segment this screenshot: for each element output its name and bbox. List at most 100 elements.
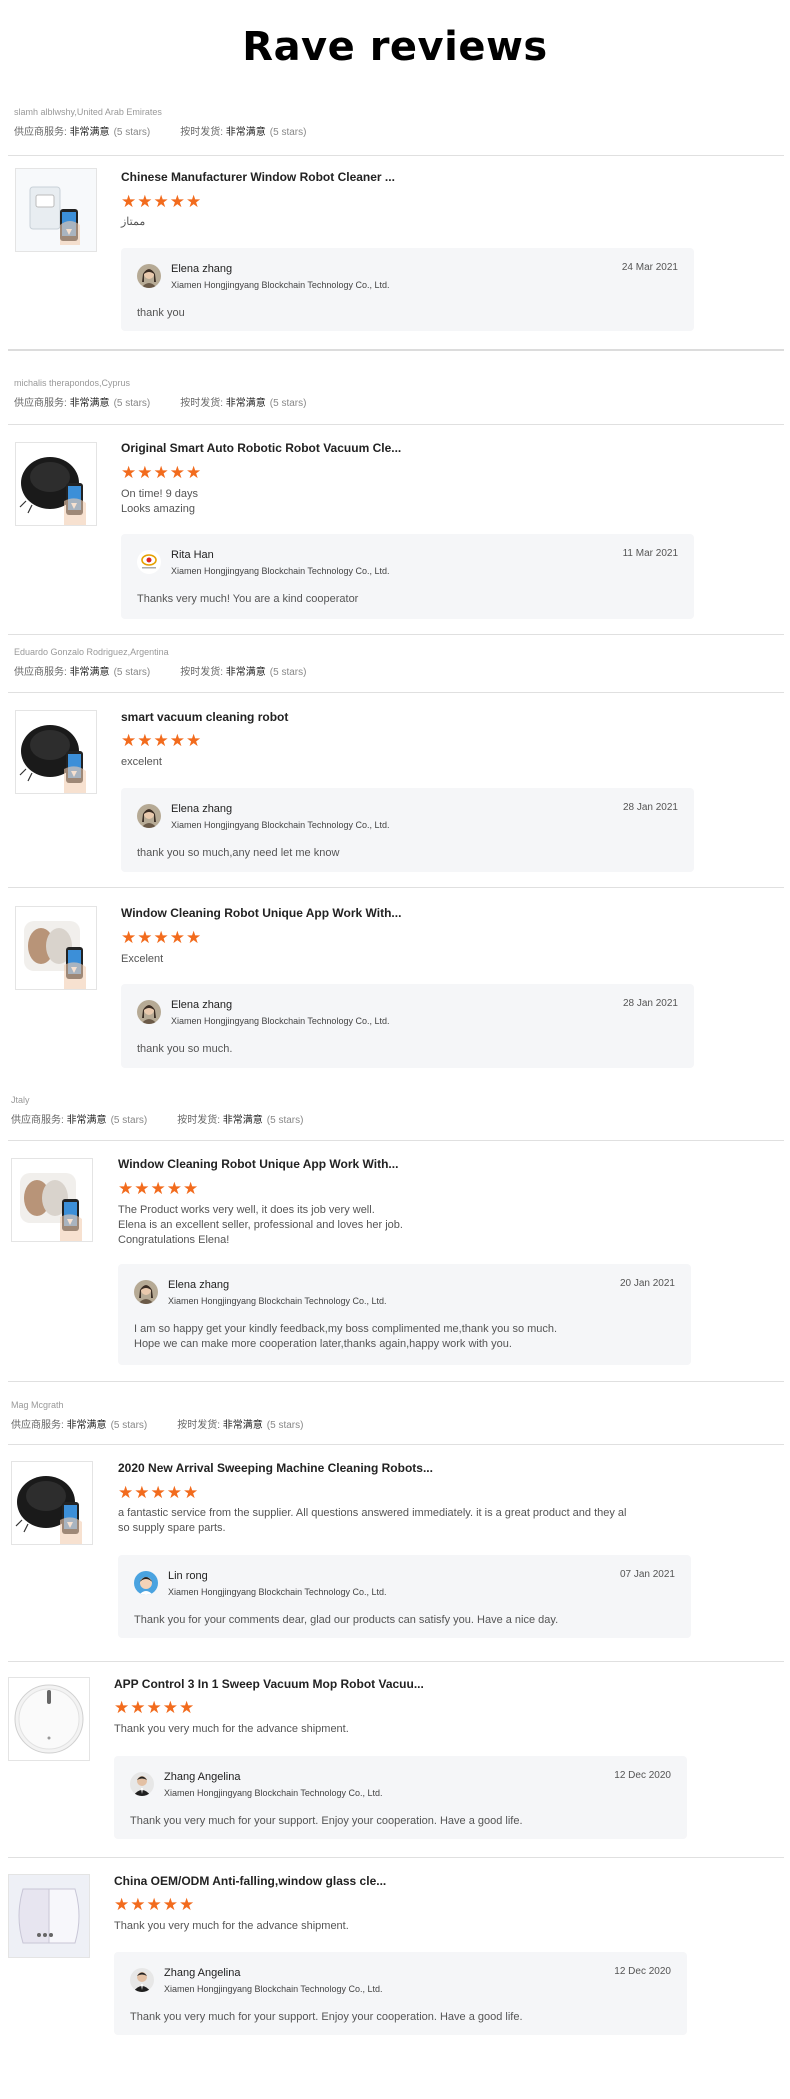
product-thumbnail[interactable] [8,1677,90,1761]
buyer-header: Mag Mcgrath 供应商服务: 非常满意 (5 stars) 按时发货: 非常满… [11,1400,333,1431]
rating-stars: ★★★★★ [121,928,203,947]
replier-company: Xiamen Hongjingyang Blockchain Technolog… [171,280,390,290]
section-divider [8,1381,784,1382]
supplier-avatar [137,550,161,574]
product-thumbnail[interactable] [15,906,97,990]
reply-date: 07 Jan 2021 [619,1569,675,1580]
supplier-service-stars: (5 stars) [113,127,151,138]
review-text-line: Excelent [121,953,164,965]
product-title-link[interactable]: Chinese Manufacturer Window Robot Cleane… [121,170,395,184]
on-time-stars: (5 stars) [269,127,307,138]
on-time-label: 按时发货: [177,1420,221,1431]
reply-date: 24 Mar 2021 [621,262,678,273]
product-title-link[interactable]: Original Smart Auto Robotic Robot Vacuum… [121,441,401,455]
on-time-value: 非常满意 [222,1420,263,1431]
rating-stars: ★★★★★ [121,731,203,750]
buyer-name: Eduardo Gonzalo Rodriguez,Argentina [14,647,169,657]
section-divider [8,155,784,156]
review-text: excelent [121,755,162,770]
section-divider [8,1857,784,1858]
supplier-avatar [137,804,161,828]
supplier-service-value: 非常满意 [66,1115,107,1126]
product-title-link[interactable]: APP Control 3 In 1 Sweep Vacuum Mop Robo… [114,1677,424,1691]
supplier-avatar [134,1280,158,1304]
section-divider [8,887,784,888]
product-title-link[interactable]: smart vacuum cleaning robot [121,710,288,724]
reply-date: 28 Jan 2021 [622,802,678,813]
supplier-reply: Elena zhang Xiamen Hongjingyang Blockchai… [118,1264,691,1365]
replier-company: Xiamen Hongjingyang Blockchain Technolog… [164,1788,383,1798]
section-divider [8,692,784,693]
buyer-header: Jtaly 供应商服务: 非常满意 (5 stars) 按时发货: 非常满意 (5 st… [11,1095,333,1126]
reply-message: Thank you for your comments dear, glad o… [134,1613,558,1628]
rating-stars: ★★★★★ [121,463,203,482]
supplier-service-stars: (5 stars) [110,1115,148,1126]
review-text-line: Elena is an excellent seller, profession… [118,1219,403,1231]
supplier-service-value: 非常满意 [69,127,110,138]
review-text-line: Thank you very much for the advance ship… [114,1723,349,1735]
on-time-value: 非常满意 [225,398,266,409]
supplier-avatar [130,1772,154,1796]
review-text-line: The Product works very well, it does its… [118,1204,375,1216]
product-title-link[interactable]: Window Cleaning Robot Unique App Work Wi… [118,1157,398,1171]
supplier-service-value: 非常满意 [69,398,110,409]
product-thumbnail[interactable] [8,1874,90,1958]
review-text: The Product works very well, it does its… [118,1203,403,1248]
product-thumbnail[interactable] [15,442,97,526]
review-text: Thank you very much for the advance ship… [114,1722,349,1737]
supplier-service-value: 非常满意 [66,1420,107,1431]
reply-message: thank you so much,any need let me know [137,846,339,861]
reply-message-line: Thank you very much for your support. En… [130,2011,523,2023]
buyer-ratings: 供应商服务: 非常满意 (5 stars) 按时发货: 非常满意 (5 stars) [14,123,336,138]
reply-message-line: Thank you for your comments dear, glad o… [134,1614,559,1626]
on-time-label: 按时发货: [177,1115,221,1126]
supplier-avatar [130,1968,154,1992]
review-text-line: Thank you very much for the advance ship… [114,1920,349,1932]
review-text: ممتاز [121,215,145,230]
buyer-name: michalis therapondos,Cyprus [14,378,131,388]
on-time-value: 非常满意 [225,667,266,678]
product-title-link[interactable]: Window Cleaning Robot Unique App Work Wi… [121,906,401,920]
replier-company: Xiamen Hongjingyang Blockchain Technolog… [168,1296,387,1306]
supplier-reply: Lin rong Xiamen Hongjingyang Blockchain T… [118,1555,691,1638]
replier-name: Elena zhang [168,1279,230,1291]
replier-name: Rita Han [171,549,214,561]
review-text-line: On time! 9 days [121,488,199,500]
on-time-stars: (5 stars) [266,1420,304,1431]
on-time-stars: (5 stars) [266,1115,304,1126]
replier-name: Zhang Angelina [164,1967,241,1979]
supplier-service-label: 供应商服务: [11,1420,64,1431]
buyer-header: Eduardo Gonzalo Rodriguez,Argentina 供应商服务… [14,647,336,678]
review-text-line: so supply spare parts. [118,1522,226,1534]
section-divider [8,424,784,425]
supplier-service-label: 供应商服务: [14,667,67,678]
reply-message-line: Thank you very much for your support. En… [130,1815,523,1827]
product-thumbnail[interactable] [15,168,97,252]
replier-company: Xiamen Hongjingyang Blockchain Technolog… [171,566,390,576]
product-title-link[interactable]: China OEM/ODM Anti-falling,window glass … [114,1874,386,1888]
reply-message: Thank you very much for your support. En… [130,2010,523,2025]
rating-stars: ★★★★★ [114,1895,196,1914]
page-title: Rave reviews [242,24,548,70]
reply-message: thank you [137,306,185,321]
supplier-service-value: 非常满意 [69,667,110,678]
section-divider [8,634,784,635]
review-text-line: excelent [121,756,162,768]
review-text-line: ممتاز [121,216,146,228]
product-thumbnail[interactable] [11,1158,93,1242]
reply-message-line: Thanks very much! You are a kind coopera… [137,593,359,605]
buyer-ratings: 供应商服务: 非常满意 (5 stars) 按时发货: 非常满意 (5 stars) [11,1111,333,1126]
supplier-avatar [137,1000,161,1024]
review-text-line: a fantastic service from the supplier. A… [118,1507,627,1519]
buyer-ratings: 供应商服务: 非常满意 (5 stars) 按时发货: 非常满意 (5 stars) [14,663,336,678]
on-time-stars: (5 stars) [269,667,307,678]
supplier-service-label: 供应商服务: [14,398,67,409]
product-thumbnail[interactable] [11,1461,93,1545]
on-time-value: 非常满意 [225,127,266,138]
product-title-link[interactable]: 2020 New Arrival Sweeping Machine Cleani… [118,1461,433,1475]
product-thumbnail[interactable] [15,710,97,794]
reply-date: 20 Jan 2021 [619,1278,675,1289]
review-text: Thank you very much for the advance ship… [114,1919,349,1934]
buyer-name: Mag Mcgrath [11,1400,64,1410]
on-time-label: 按时发货: [180,667,224,678]
